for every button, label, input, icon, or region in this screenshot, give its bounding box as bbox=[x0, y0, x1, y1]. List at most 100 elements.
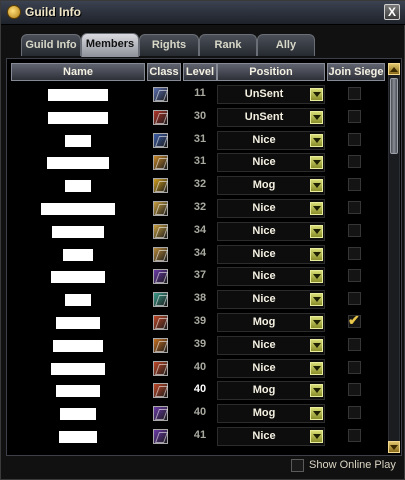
column-header-position[interactable]: Position bbox=[217, 63, 325, 81]
dropdown-arrow-icon[interactable] bbox=[310, 156, 323, 170]
fist-icon bbox=[153, 223, 168, 239]
dropdown-arrow-icon[interactable] bbox=[310, 316, 323, 329]
position-dropdown[interactable]: Nice bbox=[217, 358, 325, 378]
member-row[interactable]: 31 Nice bbox=[11, 129, 385, 151]
tab-members[interactable]: Members bbox=[81, 33, 139, 57]
member-row[interactable]: 40 Mog bbox=[11, 402, 385, 424]
member-row[interactable]: 41 Nice bbox=[11, 425, 385, 447]
member-level: 37 bbox=[193, 269, 207, 282]
join-siege-checkbox[interactable] bbox=[348, 383, 361, 397]
position-dropdown[interactable]: Nice bbox=[217, 130, 325, 150]
show-online-checkbox[interactable] bbox=[291, 459, 304, 472]
dropdown-arrow-icon[interactable] bbox=[310, 110, 323, 124]
column-header-name[interactable]: Name bbox=[11, 63, 145, 81]
dropdown-arrow-icon[interactable] bbox=[310, 133, 323, 147]
member-level: 32 bbox=[193, 178, 207, 191]
position-value: Nice bbox=[252, 247, 276, 260]
position-dropdown[interactable]: Nice bbox=[217, 290, 325, 310]
position-dropdown[interactable]: Mog bbox=[217, 313, 325, 332]
member-name-redacted bbox=[51, 271, 105, 284]
position-value: UnSent bbox=[244, 110, 284, 123]
join-siege-checkbox[interactable] bbox=[348, 87, 361, 100]
position-dropdown[interactable]: Nice bbox=[217, 153, 325, 173]
member-name-redacted bbox=[52, 225, 104, 238]
member-row[interactable]: 40 Nice bbox=[11, 357, 385, 379]
member-name-redacted bbox=[56, 317, 100, 329]
dropdown-arrow-icon[interactable] bbox=[310, 88, 323, 101]
scroll-up-icon[interactable] bbox=[388, 63, 400, 75]
members-scrollbar[interactable] bbox=[388, 63, 400, 453]
member-row[interactable]: 39 Nice bbox=[11, 334, 385, 356]
dropdown-arrow-icon[interactable] bbox=[310, 407, 323, 421]
scroll-thumb[interactable] bbox=[390, 78, 398, 154]
tab-guild-info[interactable]: Guild Info bbox=[21, 34, 81, 56]
dropdown-arrow-icon[interactable] bbox=[310, 293, 323, 307]
tab-rights[interactable]: Rights bbox=[139, 34, 199, 56]
strike-icon bbox=[153, 383, 168, 399]
member-level: 41 bbox=[193, 429, 207, 441]
dropdown-arrow-icon[interactable] bbox=[310, 224, 323, 238]
position-dropdown[interactable]: Nice bbox=[217, 267, 325, 287]
join-siege-checkbox[interactable] bbox=[348, 429, 361, 442]
member-row[interactable]: 32 Mog bbox=[11, 174, 385, 196]
member-level: 38 bbox=[193, 292, 207, 305]
dropdown-arrow-icon[interactable] bbox=[310, 430, 323, 443]
member-row[interactable]: 37 Nice bbox=[11, 265, 385, 287]
member-level: 30 bbox=[193, 109, 207, 122]
join-siege-checkbox[interactable] bbox=[348, 269, 361, 283]
position-dropdown[interactable]: UnSent bbox=[217, 107, 325, 127]
join-siege-checkbox[interactable] bbox=[348, 178, 361, 192]
position-dropdown[interactable]: Nice bbox=[217, 221, 325, 241]
join-siege-checkbox[interactable] bbox=[348, 132, 361, 146]
mage-icon bbox=[153, 87, 168, 102]
column-header-level[interactable]: Level bbox=[183, 63, 217, 81]
position-value: UnSent bbox=[244, 88, 284, 100]
dropdown-arrow-icon[interactable] bbox=[310, 338, 323, 352]
position-dropdown[interactable]: Nice bbox=[217, 427, 325, 446]
dropdown-arrow-icon[interactable] bbox=[310, 179, 323, 193]
dropdown-arrow-icon[interactable] bbox=[310, 247, 323, 261]
column-header-join-siege[interactable]: Join Siege bbox=[327, 63, 385, 81]
position-dropdown[interactable]: Nice bbox=[217, 199, 325, 218]
column-header-class[interactable]: Class bbox=[147, 63, 181, 81]
blade-icon bbox=[153, 406, 168, 422]
member-row[interactable]: 31 Nice bbox=[11, 151, 385, 173]
member-name-redacted bbox=[59, 431, 97, 443]
member-name-redacted bbox=[53, 339, 103, 352]
position-dropdown[interactable]: Mog bbox=[217, 404, 325, 424]
member-row[interactable]: 32 Nice bbox=[11, 197, 385, 219]
position-value: Nice bbox=[252, 270, 276, 283]
join-siege-checkbox[interactable] bbox=[348, 292, 361, 306]
position-dropdown[interactable]: Nice bbox=[217, 244, 325, 264]
join-siege-checkbox[interactable] bbox=[348, 155, 361, 169]
join-siege-checkbox[interactable]: ✔ bbox=[348, 312, 361, 328]
tab-rank[interactable]: Rank bbox=[199, 34, 257, 56]
join-siege-checkbox[interactable] bbox=[348, 406, 361, 420]
join-siege-checkbox[interactable] bbox=[348, 337, 361, 351]
position-dropdown[interactable]: Nice bbox=[217, 335, 325, 355]
position-value: Nice bbox=[252, 156, 276, 169]
dropdown-arrow-icon[interactable] bbox=[310, 361, 323, 375]
tab-ally[interactable]: Ally bbox=[257, 34, 315, 56]
dropdown-arrow-icon[interactable] bbox=[310, 384, 323, 398]
join-siege-checkbox[interactable] bbox=[348, 109, 361, 123]
member-row[interactable]: 34 Nice bbox=[11, 220, 385, 242]
join-siege-checkbox[interactable] bbox=[348, 246, 361, 260]
member-row[interactable]: 38 Nice bbox=[11, 288, 385, 310]
position-dropdown[interactable]: Mog bbox=[217, 381, 325, 401]
member-row[interactable]: 39 Mog ✔ bbox=[11, 311, 385, 333]
member-row[interactable]: 11 UnSent bbox=[11, 83, 385, 105]
close-button[interactable]: X bbox=[384, 4, 400, 20]
scroll-down-icon[interactable] bbox=[388, 441, 400, 453]
position-dropdown[interactable]: UnSent bbox=[217, 85, 325, 104]
member-row[interactable]: 30 UnSent bbox=[11, 106, 385, 128]
swirl-icon bbox=[153, 109, 168, 125]
dropdown-arrow-icon[interactable] bbox=[310, 270, 323, 284]
member-row[interactable]: 40 Mog bbox=[11, 379, 385, 401]
position-dropdown[interactable]: Mog bbox=[217, 176, 325, 196]
join-siege-checkbox[interactable] bbox=[348, 223, 361, 237]
member-row[interactable]: 34 Nice bbox=[11, 243, 385, 265]
join-siege-checkbox[interactable] bbox=[348, 360, 361, 374]
dropdown-arrow-icon[interactable] bbox=[310, 202, 323, 215]
join-siege-checkbox[interactable] bbox=[348, 201, 361, 214]
